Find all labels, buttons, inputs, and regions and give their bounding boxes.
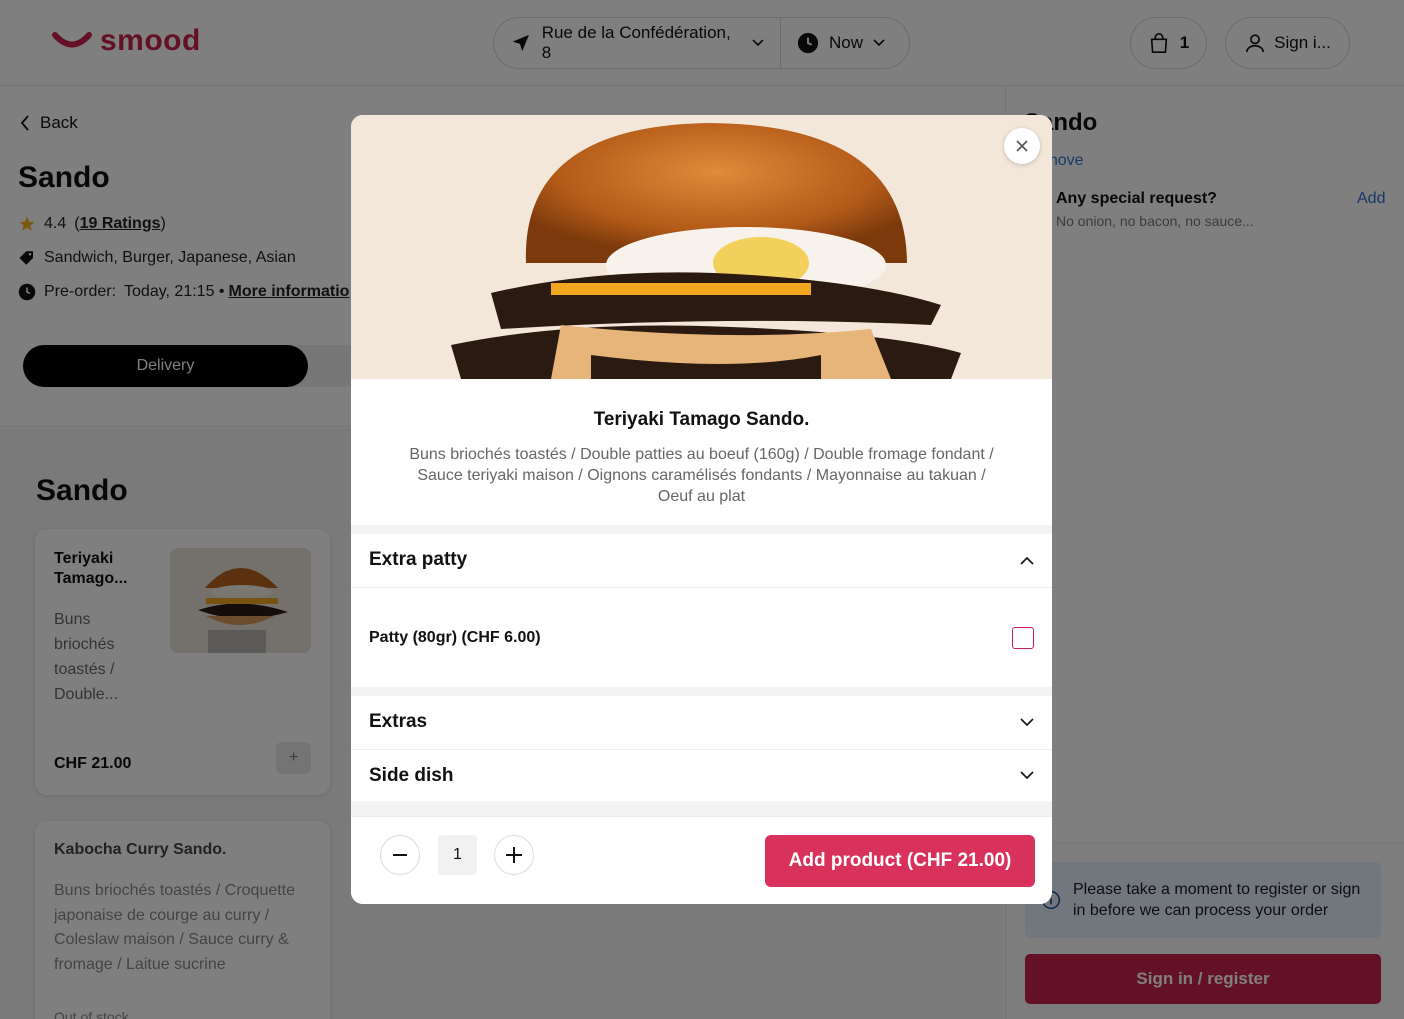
section-extras[interactable]: Extras (351, 696, 1052, 748)
section-divider (351, 687, 1052, 696)
section-title: Extras (369, 711, 428, 732)
close-modal-button[interactable] (1004, 128, 1040, 164)
section-divider (351, 801, 1052, 816)
plus-icon (506, 847, 522, 863)
section-title: Side dish (369, 764, 454, 786)
add-product-button[interactable]: Add product (CHF 21.00) (765, 835, 1035, 887)
close-icon (1016, 140, 1028, 152)
chevron-down-icon (1020, 717, 1034, 726)
chevron-down-icon (1020, 771, 1034, 780)
quantity-decrease-button[interactable] (380, 835, 420, 875)
section-side-dish[interactable]: Side dish (351, 749, 1052, 801)
product-title: Teriyaki Tamago Sando. (593, 409, 810, 430)
quantity-value[interactable]: 1 (438, 835, 477, 875)
section-extra-patty[interactable]: Extra patty (351, 534, 1052, 586)
product-description: Buns briochés toastés / Double patties a… (409, 446, 994, 505)
chevron-up-icon (1020, 556, 1034, 565)
minus-icon (393, 854, 407, 856)
quantity-increase-button[interactable] (494, 835, 534, 875)
option-row[interactable]: Patty (80gr) (CHF 6.00) (351, 587, 1052, 687)
product-modal: Teriyaki Tamago Sando. Buns briochés toa… (351, 115, 1052, 904)
section-divider (351, 525, 1052, 534)
section-title: Extra patty (369, 549, 468, 570)
option-label: Patty (80gr) (CHF 6.00) (369, 628, 541, 646)
option-checkbox[interactable] (1012, 626, 1034, 649)
burger-photo-icon (351, 115, 1052, 379)
modal-footer: 1 Add product (CHF 21.00) (351, 816, 1052, 904)
product-hero-image (351, 115, 1052, 379)
